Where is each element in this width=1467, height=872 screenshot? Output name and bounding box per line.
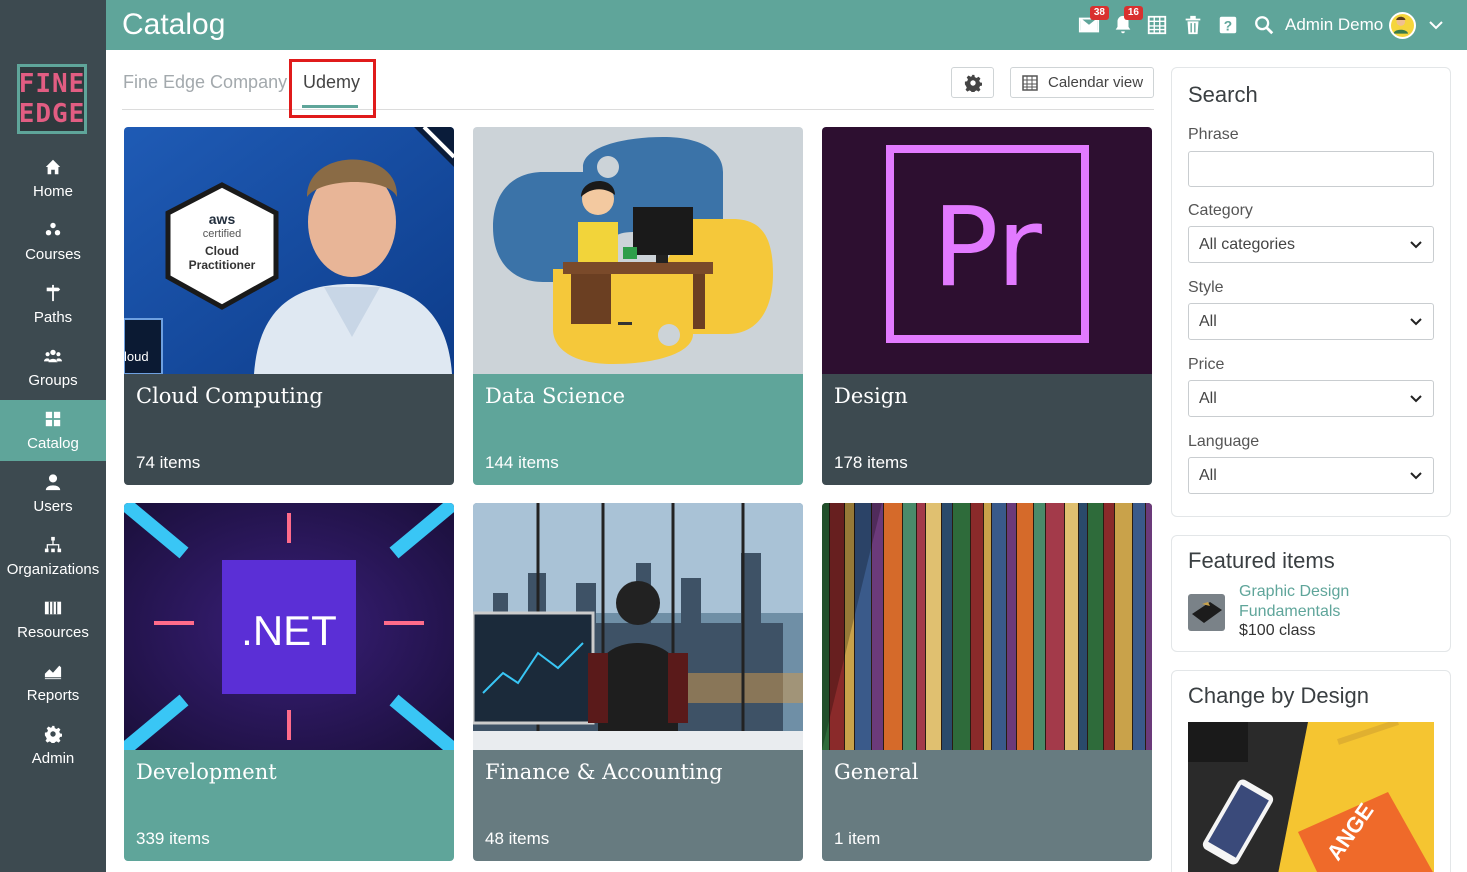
home-icon (43, 157, 63, 177)
card-title: Data Science (485, 384, 625, 408)
featured-item-price: $100 class (1239, 622, 1316, 639)
highlight-box (289, 59, 376, 118)
chevron-down-icon (1410, 318, 1422, 326)
sidebar-item-resources[interactable]: Resources (0, 589, 106, 650)
card-title: Finance & Accounting (485, 760, 723, 784)
sidebar-item-paths[interactable]: Paths (0, 274, 106, 335)
chevron-down-icon (1410, 472, 1422, 480)
category-card-development[interactable]: .NET Development 339 items (124, 503, 454, 861)
card-item-count: 144 items (485, 453, 559, 472)
sidebar-item-users[interactable]: Users (0, 463, 106, 524)
avatar[interactable] (1389, 12, 1416, 39)
chevron-down-icon (1410, 395, 1422, 403)
sidebar-item-courses[interactable]: Courses (0, 211, 106, 272)
bell-icon[interactable]: 16 (1111, 6, 1143, 37)
price-label: Price (1188, 356, 1225, 373)
page-title: Catalog (122, 8, 226, 41)
design-image: Pr (822, 127, 1152, 374)
data-science-image (473, 127, 803, 374)
svg-text:Practitioner: Practitioner (189, 258, 256, 272)
calendar-icon[interactable] (1145, 13, 1169, 37)
top-header: Catalog 38 16 ? Admin Demo (0, 0, 1467, 50)
featured-item-thumbnail[interactable] (1188, 594, 1225, 631)
groups-icon (43, 346, 63, 366)
calendar-view-button[interactable]: Calendar view (1010, 67, 1154, 98)
language-select[interactable]: All (1188, 457, 1434, 494)
category-card-general[interactable]: General 1 item (822, 503, 1152, 861)
reports-icon (43, 661, 63, 681)
language-label: Language (1188, 433, 1260, 450)
cloud-computing-image: aws certified Cloud Practitioner loud (124, 127, 454, 374)
sidebar-item-admin[interactable]: Admin (0, 715, 106, 776)
card-title: Development (136, 760, 277, 784)
category-card-design[interactable]: Pr Design 178 items (822, 127, 1152, 485)
search-panel-title: Search (1188, 82, 1258, 107)
notifications-badge: 16 (1123, 6, 1143, 20)
sidebar: FINE EDGE Home Courses Paths Groups Cata… (0, 0, 106, 872)
price-select[interactable]: All (1188, 380, 1434, 417)
category-label: Category (1188, 202, 1253, 219)
phrase-input[interactable] (1188, 151, 1434, 187)
resources-icon (43, 598, 63, 618)
finance-accounting-image (473, 503, 803, 750)
courses-icon (43, 220, 63, 240)
change-by-design-image[interactable]: ANGE (1188, 722, 1434, 872)
general-image (822, 503, 1152, 750)
search-panel: Search Phrase Category All categories St… (1171, 67, 1451, 517)
card-title: Design (834, 384, 908, 408)
paths-icon (43, 283, 63, 303)
card-item-count: 178 items (834, 453, 908, 472)
card-title: Cloud Computing (136, 384, 323, 408)
card-item-count: 1 item (834, 829, 881, 848)
settings-button[interactable] (951, 67, 994, 98)
messages-badge: 38 (1089, 6, 1109, 20)
search-icon[interactable] (1252, 13, 1276, 37)
svg-text:.NET: .NET (241, 607, 337, 654)
sidebar-item-organizations[interactable]: Organizations (0, 526, 106, 587)
organizations-icon (43, 535, 63, 555)
gear-icon (964, 74, 982, 92)
tab-fine-edge-company[interactable]: Fine Edge Company (123, 72, 287, 93)
style-select[interactable]: All (1188, 303, 1434, 340)
category-card-data-science[interactable]: Data Science 144 items (473, 127, 803, 485)
card-item-count: 48 items (485, 829, 550, 848)
svg-text:certified: certified (203, 228, 242, 240)
sidebar-item-reports[interactable]: Reports (0, 652, 106, 713)
card-item-count: 74 items (136, 453, 201, 472)
card-title: General (834, 760, 919, 784)
logo[interactable]: FINE EDGE (17, 64, 87, 134)
tab-divider (122, 109, 1154, 110)
chevron-down-icon[interactable] (1427, 16, 1445, 34)
change-by-design-panel: Change by Design ANGE (1171, 670, 1451, 872)
featured-item-link[interactable]: Graphic Design Fundamentals (1239, 582, 1409, 622)
gear-icon (43, 724, 63, 744)
svg-text:Pr: Pr (932, 183, 1042, 311)
featured-items-panel: Featured items Graphic Design Fundamenta… (1171, 535, 1451, 652)
phrase-label: Phrase (1188, 126, 1239, 143)
style-label: Style (1188, 279, 1224, 296)
trash-icon[interactable] (1181, 13, 1205, 37)
svg-text:aws: aws (209, 211, 236, 227)
svg-text:Cloud: Cloud (205, 244, 239, 258)
svg-text:?: ? (1224, 19, 1232, 34)
catalog-icon (43, 409, 63, 429)
category-card-finance-accounting[interactable]: Finance & Accounting 48 items (473, 503, 803, 861)
sidebar-item-home[interactable]: Home (0, 148, 106, 209)
chevron-down-icon (1410, 241, 1422, 249)
change-by-design-title: Change by Design (1188, 683, 1370, 708)
user-name[interactable]: Admin Demo (1285, 15, 1383, 35)
calendar-icon (1022, 74, 1038, 91)
sidebar-item-groups[interactable]: Groups (0, 337, 106, 398)
help-icon[interactable]: ? (1216, 13, 1240, 37)
category-card-cloud-computing[interactable]: aws certified Cloud Practitioner loud Cl… (124, 127, 454, 485)
development-image: .NET (124, 503, 454, 750)
user-icon (43, 472, 63, 492)
svg-text:loud: loud (124, 349, 149, 364)
sidebar-item-catalog[interactable]: Catalog (0, 400, 106, 461)
featured-title: Featured items (1188, 548, 1335, 573)
card-item-count: 339 items (136, 829, 210, 848)
category-select[interactable]: All categories (1188, 226, 1434, 263)
envelope-icon[interactable]: 38 (1077, 6, 1109, 37)
